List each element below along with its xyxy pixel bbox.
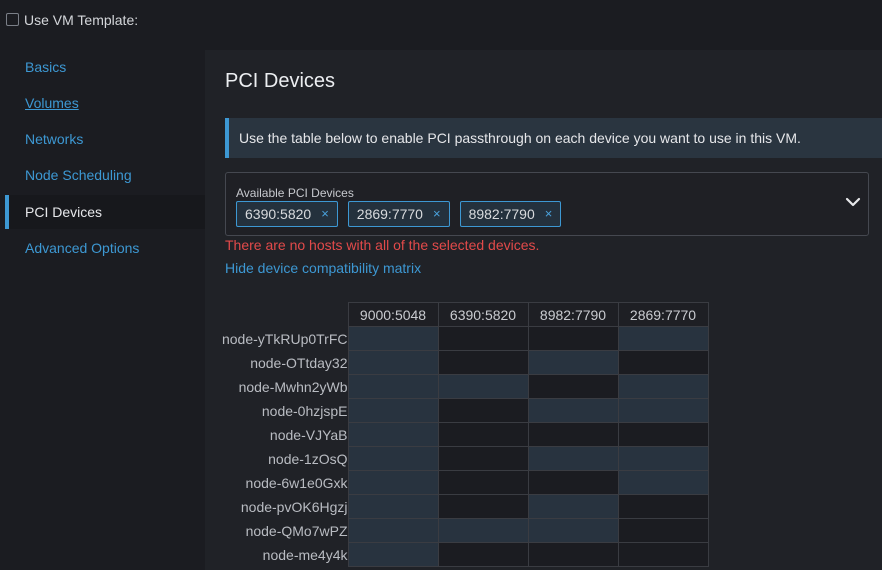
matrix-row: node-VJYaB (205, 422, 709, 447)
matrix-cell-unavailable (527, 542, 619, 567)
matrix-column-header: 9000:5048 (347, 302, 439, 327)
sidebar-nav: Basics Volumes Networks Node Scheduling … (5, 50, 205, 570)
device-chip: 6390:5820 × (236, 201, 338, 227)
matrix-row: node-1zOsQ (205, 446, 709, 471)
matrix-cell-unavailable (617, 542, 709, 567)
remove-chip-icon[interactable]: × (321, 202, 329, 226)
sidebar-item-node-scheduling[interactable]: Node Scheduling (5, 158, 205, 192)
matrix-row-label: node-6w1e0Gxk (245, 474, 348, 491)
chevron-down-icon[interactable] (842, 191, 864, 213)
matrix-row-label: node-OTtday32 (250, 354, 348, 371)
matrix-cell-available (527, 398, 619, 423)
matrix-cell-unavailable (437, 470, 529, 495)
matrix-row-label: node-yTkRUp0TrFC (221, 330, 348, 347)
matrix-cell-available (347, 398, 439, 423)
hide-matrix-link[interactable]: Hide device compatibility matrix (225, 260, 421, 276)
matrix-cell-available (347, 518, 439, 543)
device-chip: 8982:7790 × (459, 201, 562, 227)
compatibility-matrix: 9000:5048 6390:5820 8982:7790 2869:7770 … (205, 302, 709, 567)
info-banner: Use the table below to enable PCI passth… (225, 118, 882, 158)
matrix-corner (205, 303, 348, 327)
matrix-row-label: node-1zOsQ (268, 450, 348, 467)
matrix-cell-unavailable (437, 446, 529, 471)
sidebar-item-basics[interactable]: Basics (5, 50, 205, 84)
matrix-cell-available (527, 446, 619, 471)
matrix-cell-available (527, 350, 619, 375)
matrix-cell-unavailable (527, 470, 619, 495)
matrix-cell-unavailable (617, 494, 709, 519)
matrix-cell-available (617, 374, 709, 399)
matrix-row-label: node-QMo7wPZ (245, 522, 348, 539)
matrix-body: node-yTkRUp0TrFC node-OTtday32 node-Mwhn2y… (205, 326, 709, 567)
sidebar-item-advanced-options[interactable]: Advanced Options (5, 231, 205, 265)
matrix-cell-unavailable (617, 518, 709, 543)
chip-label: 6390:5820 (245, 206, 312, 222)
matrix-cell-unavailable (527, 374, 619, 399)
select-label: Available PCI Devices (236, 186, 354, 200)
matrix-cell-unavailable (437, 398, 529, 423)
matrix-row-label: node-0hzjspE (261, 402, 348, 419)
matrix-cell-unavailable (437, 542, 529, 567)
matrix-column-header: 6390:5820 (437, 302, 529, 327)
use-vm-template-label: Use VM Template: (24, 12, 139, 28)
matrix-cell-unavailable (437, 350, 529, 375)
matrix-cell-available (617, 446, 709, 471)
matrix-row-label: node-Mwhn2yWb (238, 378, 348, 395)
matrix-cell-available (347, 494, 439, 519)
matrix-cell-unavailable (527, 326, 619, 351)
matrix-cell-available (527, 494, 619, 519)
matrix-cell-available (347, 350, 439, 375)
main-panel: PCI Devices Use the table below to enabl… (205, 50, 882, 570)
matrix-cell-available (347, 374, 439, 399)
selected-chips: 6390:5820 × 2869:7770 × 8982:7790 × (236, 201, 562, 227)
device-chip: 2869:7770 × (347, 201, 450, 227)
matrix-header-row: 9000:5048 6390:5820 8982:7790 2869:7770 (205, 302, 709, 327)
matrix-cell-available (347, 470, 439, 495)
matrix-row: node-OTtday32 (205, 350, 709, 375)
matrix-row-label: node-pvOK6Hgzj (240, 498, 348, 515)
matrix-row: node-yTkRUp0TrFC (205, 326, 709, 351)
matrix-row: node-6w1e0Gxk (205, 470, 709, 495)
matrix-row: node-me4y4k (205, 542, 709, 567)
info-banner-text: Use the table below to enable PCI passth… (239, 130, 801, 146)
matrix-row: node-0hzjspE (205, 398, 709, 423)
sidebar-item-volumes[interactable]: Volumes (5, 86, 205, 120)
matrix-cell-available (617, 326, 709, 351)
matrix-cell-unavailable (437, 422, 529, 447)
matrix-column-header: 8982:7790 (527, 302, 619, 327)
matrix-row: node-pvOK6Hgzj (205, 494, 709, 519)
matrix-cell-available (347, 542, 439, 567)
use-vm-template-checkbox[interactable] (6, 13, 19, 26)
chip-label: 2869:7770 (356, 206, 423, 222)
matrix-cell-unavailable (617, 350, 709, 375)
remove-chip-icon[interactable]: × (433, 202, 441, 226)
matrix-row-label: node-VJYaB (269, 426, 348, 443)
matrix-row: node-QMo7wPZ (205, 518, 709, 543)
chip-label: 8982:7790 (468, 206, 535, 222)
page-title: PCI Devices (225, 70, 336, 92)
matrix-cell-available (437, 374, 529, 399)
error-message: There are no hosts with all of the selec… (225, 237, 540, 253)
top-bar: Use VM Template: (0, 0, 882, 44)
matrix-cell-unavailable (437, 494, 529, 519)
remove-chip-icon[interactable]: × (545, 202, 553, 226)
matrix-cell-unavailable (617, 422, 709, 447)
matrix-row-label: node-me4y4k (262, 546, 348, 563)
sidebar-item-pci-devices[interactable]: PCI Devices (5, 195, 205, 229)
matrix-cell-available (437, 518, 529, 543)
matrix-cell-available (347, 422, 439, 447)
pci-devices-select[interactable]: Available PCI Devices 6390:5820 × 2869:7… (225, 172, 869, 236)
matrix-cell-available (347, 326, 439, 351)
matrix-cell-available (527, 518, 619, 543)
matrix-cell-available (347, 446, 439, 471)
matrix-cell-unavailable (527, 422, 619, 447)
matrix-row: node-Mwhn2yWb (205, 374, 709, 399)
matrix-column-header: 2869:7770 (617, 302, 709, 327)
sidebar-item-networks[interactable]: Networks (5, 122, 205, 156)
matrix-cell-available (617, 398, 709, 423)
matrix-cell-available (617, 470, 709, 495)
matrix-cell-unavailable (437, 326, 529, 351)
